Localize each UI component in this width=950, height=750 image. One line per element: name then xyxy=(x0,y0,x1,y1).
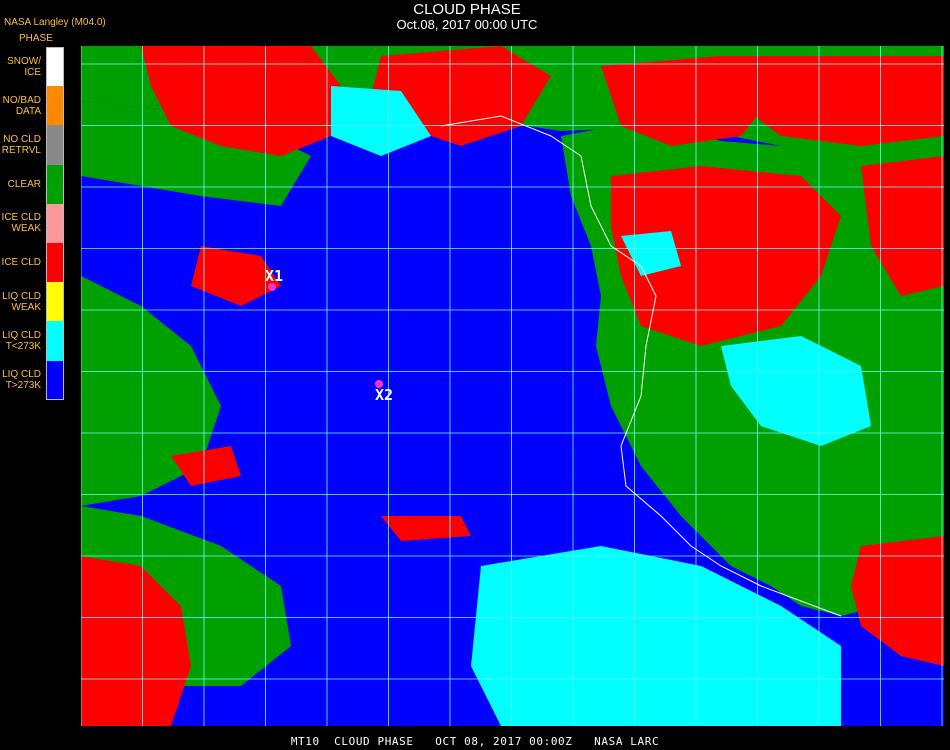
legend-label-line: LIQ CLD xyxy=(2,330,41,341)
legend-label-line: WEAK xyxy=(11,223,41,235)
legend-swatch xyxy=(46,321,64,362)
ice-cloud-streak xyxy=(381,516,471,541)
legend-swatch xyxy=(46,203,64,244)
legend-swatch xyxy=(46,125,64,166)
legend-label-line: ICE CLD xyxy=(1,257,41,269)
marker-x1-label: X1 xyxy=(265,267,284,285)
legend-label-line: SNOW/ xyxy=(7,55,41,67)
legend-swatch xyxy=(46,243,64,283)
legend-label-line: NO/BAD xyxy=(2,94,41,106)
legend-label-line: ICE CLD xyxy=(1,212,41,224)
legend-label: LIQ CLD T<273K xyxy=(0,330,41,352)
legend-label: CLEAR xyxy=(0,179,41,190)
footer-caption: MT10 CLOUD PHASE OCT 08, 2017 00:00Z NAS… xyxy=(290,735,660,748)
legend-label-line: T<273K xyxy=(5,341,41,352)
marker-x2-label: X2 xyxy=(375,386,394,404)
legend-swatch xyxy=(46,86,64,126)
legend-label: LIQ CLD WEAK xyxy=(0,291,41,313)
legend-label: NO/BAD DATA xyxy=(0,95,41,117)
map-canvas xyxy=(81,46,944,726)
legend-label-line: DATA xyxy=(15,105,41,117)
legend-label-line: RETRVL xyxy=(1,145,41,156)
legend-label: ICE CLD xyxy=(0,257,41,268)
legend-title: PHASE xyxy=(19,33,53,44)
legend-label: LIQ CLD T>273K xyxy=(0,369,41,391)
legend-label-line: NO CLD xyxy=(3,134,41,145)
legend-label-line: WEAK xyxy=(11,301,41,313)
legend-label-line: ICE xyxy=(24,66,41,78)
map-datetime: Oct.08, 2017 00:00 UTC xyxy=(396,17,538,32)
legend-label: ICE CLD WEAK xyxy=(0,212,41,234)
legend-swatch xyxy=(46,47,64,87)
legend-swatch xyxy=(46,360,64,401)
legend-label: SNOW/ICE xyxy=(0,56,41,78)
legend-label-line: T>273K xyxy=(5,380,41,392)
legend-swatch xyxy=(46,282,64,322)
legend-label-line: LIQ CLD xyxy=(2,369,41,381)
legend-swatch xyxy=(46,164,64,205)
map-title: CLOUD PHASE xyxy=(413,1,521,18)
legend-label-line: LIQ CLD xyxy=(2,290,41,302)
cloud-phase-map xyxy=(81,46,944,726)
ice-cloud-se xyxy=(851,536,944,666)
producer-label: NASA Langley (M04.0) xyxy=(4,17,106,28)
legend-label: NO CLD RETRVL xyxy=(0,134,41,156)
legend-label-line: CLEAR xyxy=(7,178,41,190)
